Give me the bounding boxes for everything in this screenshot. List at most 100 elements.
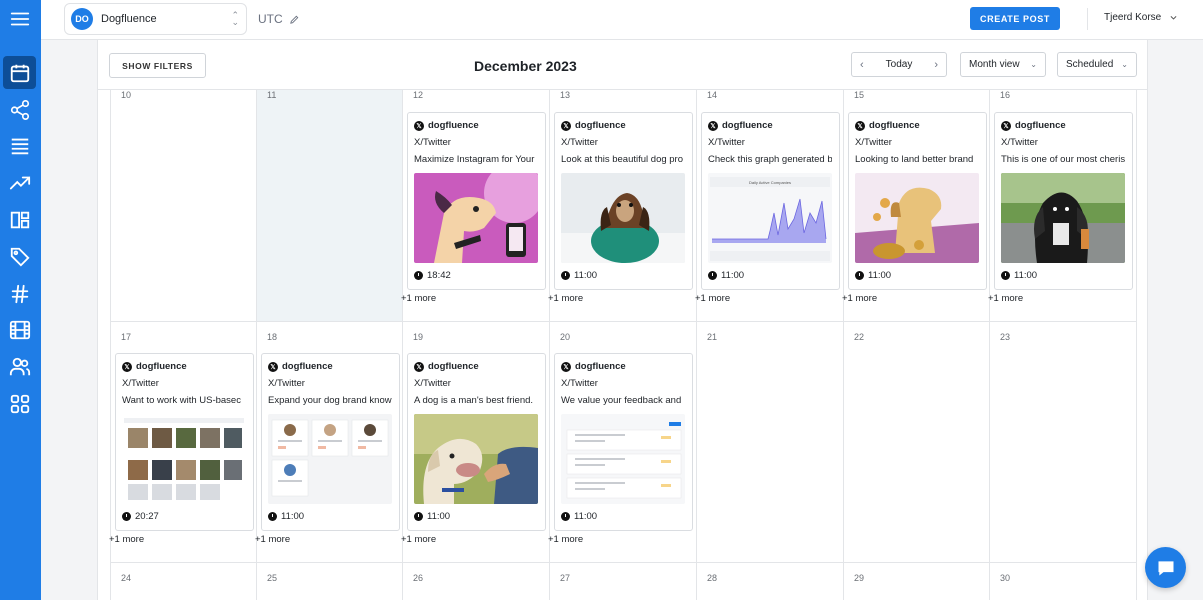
day-cell[interactable]: 14 𝕏 dogfluence X/Twitter Check this gra… (695, 90, 844, 322)
post-account: 𝕏 dogfluence (708, 120, 773, 131)
post-thumbnail (855, 173, 979, 263)
more-link[interactable]: +1 more (255, 534, 290, 545)
post-time: 20:27 (122, 511, 159, 522)
create-post-button[interactable]: CREATE POST (970, 7, 1060, 30)
post-card[interactable]: 𝕏 dogfluence X/Twitter A dog is a man's … (407, 353, 546, 531)
more-link[interactable]: +1 more (401, 293, 436, 304)
post-text: Maximize Instagram for Your (414, 154, 535, 165)
chat-button[interactable] (1145, 547, 1186, 588)
post-card[interactable]: 𝕏 dogfluence X/Twitter Look at this beau… (554, 112, 693, 290)
day-number: 10 (121, 90, 132, 100)
next-arrow-icon[interactable]: › (934, 59, 938, 71)
day-cell[interactable]: 15 𝕏 dogfluence X/Twitter Looking to lan… (842, 90, 990, 322)
post-network: X/Twitter (414, 378, 451, 389)
day-number: 25 (267, 573, 278, 583)
workspace-select[interactable]: DO Dogfluence ⌃ ⌄ (64, 3, 247, 35)
day-cell[interactable]: 17 𝕏 dogfluence X/Twitter Want to work w… (109, 322, 257, 563)
clock-icon (122, 512, 131, 521)
post-card[interactable]: 𝕏 dogfluence X/Twitter Check this graph … (701, 112, 840, 290)
user-menu[interactable]: Tjeerd Korse (1104, 12, 1178, 23)
grid-icon[interactable] (3, 387, 36, 420)
day-cell[interactable]: 25 (257, 563, 403, 600)
timezone-label: UTC (258, 12, 283, 26)
post-time: 18:42 (414, 270, 451, 281)
day-cell[interactable]: 21 (697, 322, 844, 563)
day-cell[interactable]: 22 (844, 322, 990, 563)
calendar-icon[interactable] (3, 56, 36, 89)
more-link[interactable]: +1 more (695, 293, 730, 304)
workspace-name: Dogfluence (101, 13, 157, 25)
day-cell[interactable]: 29 (844, 563, 990, 600)
post-time-value: 11:00 (1014, 270, 1038, 281)
post-account: 𝕏 dogfluence (414, 361, 479, 372)
account-name: dogfluence (428, 361, 479, 372)
post-text: Looking to land better brand (855, 154, 974, 165)
top-bar: DO Dogfluence ⌃ ⌄ UTC CREATE POST Tjeerd … (41, 0, 1203, 40)
day-cell[interactable]: 13 𝕏 dogfluence X/Twitter Look at this b… (548, 90, 697, 322)
post-card[interactable]: 𝕏 dogfluence X/Twitter Maximize Instagra… (407, 112, 546, 290)
post-time-value: 11:00 (427, 511, 451, 522)
post-thumbnail (268, 414, 392, 504)
day-cell[interactable]: 26 (403, 563, 550, 600)
post-time-value: 11:00 (574, 270, 598, 281)
more-link[interactable]: +1 more (548, 534, 583, 545)
more-link[interactable]: +1 more (842, 293, 877, 304)
menu-icon[interactable] (3, 2, 36, 35)
account-name: dogfluence (869, 120, 920, 131)
day-cell[interactable]: 24 (110, 563, 257, 600)
trending-icon[interactable] (3, 166, 36, 199)
day-cell[interactable]: 11 (257, 90, 403, 322)
layout-icon[interactable] (3, 203, 36, 236)
view-select[interactable]: Month view ⌄ (960, 52, 1046, 77)
tag-icon[interactable] (3, 240, 36, 273)
day-cell[interactable]: 16 𝕏 dogfluence X/Twitter This is one of… (988, 90, 1137, 322)
calendar-grid: 10 11 12 𝕏 dogfluence X/Twitter Maximize I… (109, 90, 1137, 600)
day-cell[interactable]: 30 (990, 563, 1137, 600)
post-card[interactable]: 𝕏 dogfluence X/Twitter Want to work with… (115, 353, 254, 531)
chevron-down-icon: ⌄ (1121, 60, 1128, 69)
day-cell[interactable]: 10 (110, 90, 257, 322)
post-account: 𝕏 dogfluence (561, 120, 626, 131)
day-cell[interactable]: 18 𝕏 dogfluence X/Twitter Expand your do… (255, 322, 403, 563)
hashtag-icon[interactable] (3, 277, 36, 310)
day-cell[interactable]: 19 𝕏 dogfluence X/Twitter A dog is a man… (401, 322, 550, 563)
post-text: Look at this beautiful dog pro (561, 154, 684, 165)
post-network: X/Twitter (561, 137, 598, 148)
account-name: dogfluence (1015, 120, 1066, 131)
day-cell[interactable]: 28 (697, 563, 844, 600)
day-cell[interactable]: 12 𝕏 dogfluence X/Twitter Maximize Insta… (401, 90, 550, 322)
post-text: Expand your dog brand know (268, 395, 392, 406)
more-link[interactable]: +1 more (401, 534, 436, 545)
post-network: X/Twitter (414, 137, 451, 148)
status-select[interactable]: Scheduled ⌄ (1057, 52, 1137, 77)
more-link[interactable]: +1 more (988, 293, 1023, 304)
post-card[interactable]: 𝕏 dogfluence X/Twitter Expand your dog b… (261, 353, 400, 531)
divider (1087, 8, 1088, 30)
clock-icon (268, 512, 277, 521)
share-icon[interactable] (3, 93, 36, 126)
list-icon[interactable] (3, 129, 36, 162)
post-time: 11:00 (708, 270, 744, 281)
show-filters-button[interactable]: SHOW FILTERS (109, 53, 206, 78)
more-link[interactable]: +1 more (109, 534, 144, 545)
more-link[interactable]: +1 more (548, 293, 583, 304)
post-time-value: 18:42 (427, 270, 451, 281)
film-icon[interactable] (3, 313, 36, 346)
previous-arrow-icon[interactable]: ‹ (860, 59, 864, 71)
date-navigation: ‹ Today › (851, 52, 947, 77)
post-time: 11:00 (561, 270, 597, 281)
timezone-selector[interactable]: UTC (258, 12, 300, 26)
day-cell[interactable]: 27 (550, 563, 697, 600)
day-number: 14 (707, 90, 718, 100)
day-cell[interactable]: 20 𝕏 dogfluence X/Twitter We value your … (548, 322, 697, 563)
account-name: dogfluence (136, 361, 187, 372)
post-card[interactable]: 𝕏 dogfluence X/Twitter We value your fee… (554, 353, 693, 531)
up-down-chevron-icon: ⌃ ⌄ (231, 10, 239, 27)
today-button[interactable]: Today (886, 59, 913, 70)
post-account: 𝕏 dogfluence (561, 361, 626, 372)
users-icon[interactable] (3, 350, 36, 383)
clock-icon (1001, 271, 1010, 280)
post-card[interactable]: 𝕏 dogfluence X/Twitter Looking to land b… (848, 112, 987, 290)
day-cell[interactable]: 23 (990, 322, 1137, 563)
post-card[interactable]: 𝕏 dogfluence X/Twitter This is one of ou… (994, 112, 1133, 290)
